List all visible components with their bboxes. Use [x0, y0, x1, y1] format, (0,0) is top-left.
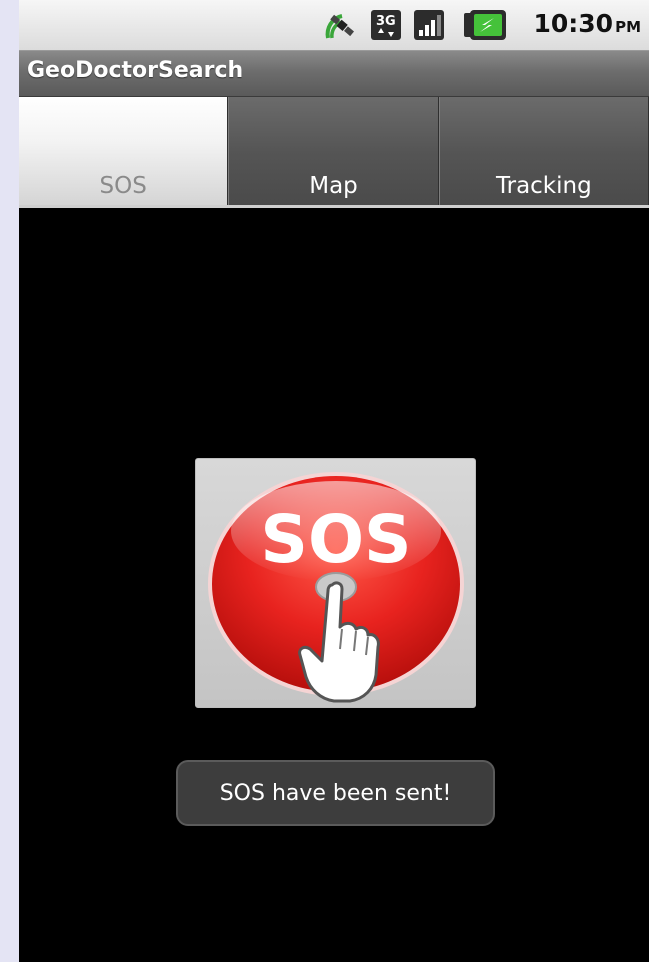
sos-button-label: SOS: [260, 501, 411, 578]
tab-map-label: Map: [309, 173, 358, 199]
battery-charging-icon: [464, 10, 506, 40]
status-bar: 3G 10:30 PM: [19, 0, 649, 51]
sos-button[interactable]: SOS: [195, 458, 476, 708]
title-bar: GeoDoctorSearch: [19, 51, 649, 97]
tab-bar: SOS Map Tracking: [19, 97, 649, 207]
toast-text: SOS have been sent!: [219, 780, 452, 806]
svg-text:3G: 3G: [376, 14, 396, 29]
clock: 10:30 PM: [534, 9, 642, 38]
tab-tracking-label: Tracking: [495, 173, 592, 199]
sos-button-graphic: SOS: [208, 472, 464, 703]
clock-time: 10:30: [533, 9, 614, 38]
clock-ampm: PM: [615, 18, 641, 36]
tab-sos-label: SOS: [99, 173, 147, 199]
3g-data-icon: 3G: [371, 10, 401, 40]
toast-message: SOS have been sent!: [176, 760, 495, 826]
tab-tracking[interactable]: Tracking: [438, 97, 649, 207]
tab-map[interactable]: Map: [228, 97, 439, 207]
phone-screen: 3G 10:30 PM GeoDoctorSearch SOS Map Trac…: [19, 0, 649, 962]
tab-divider: [19, 205, 649, 208]
signal-strength-icon: [414, 10, 444, 40]
gps-satellite-icon: [325, 14, 355, 39]
app-title: GeoDoctorSearch: [27, 58, 244, 83]
tab-sos[interactable]: SOS: [19, 97, 229, 207]
